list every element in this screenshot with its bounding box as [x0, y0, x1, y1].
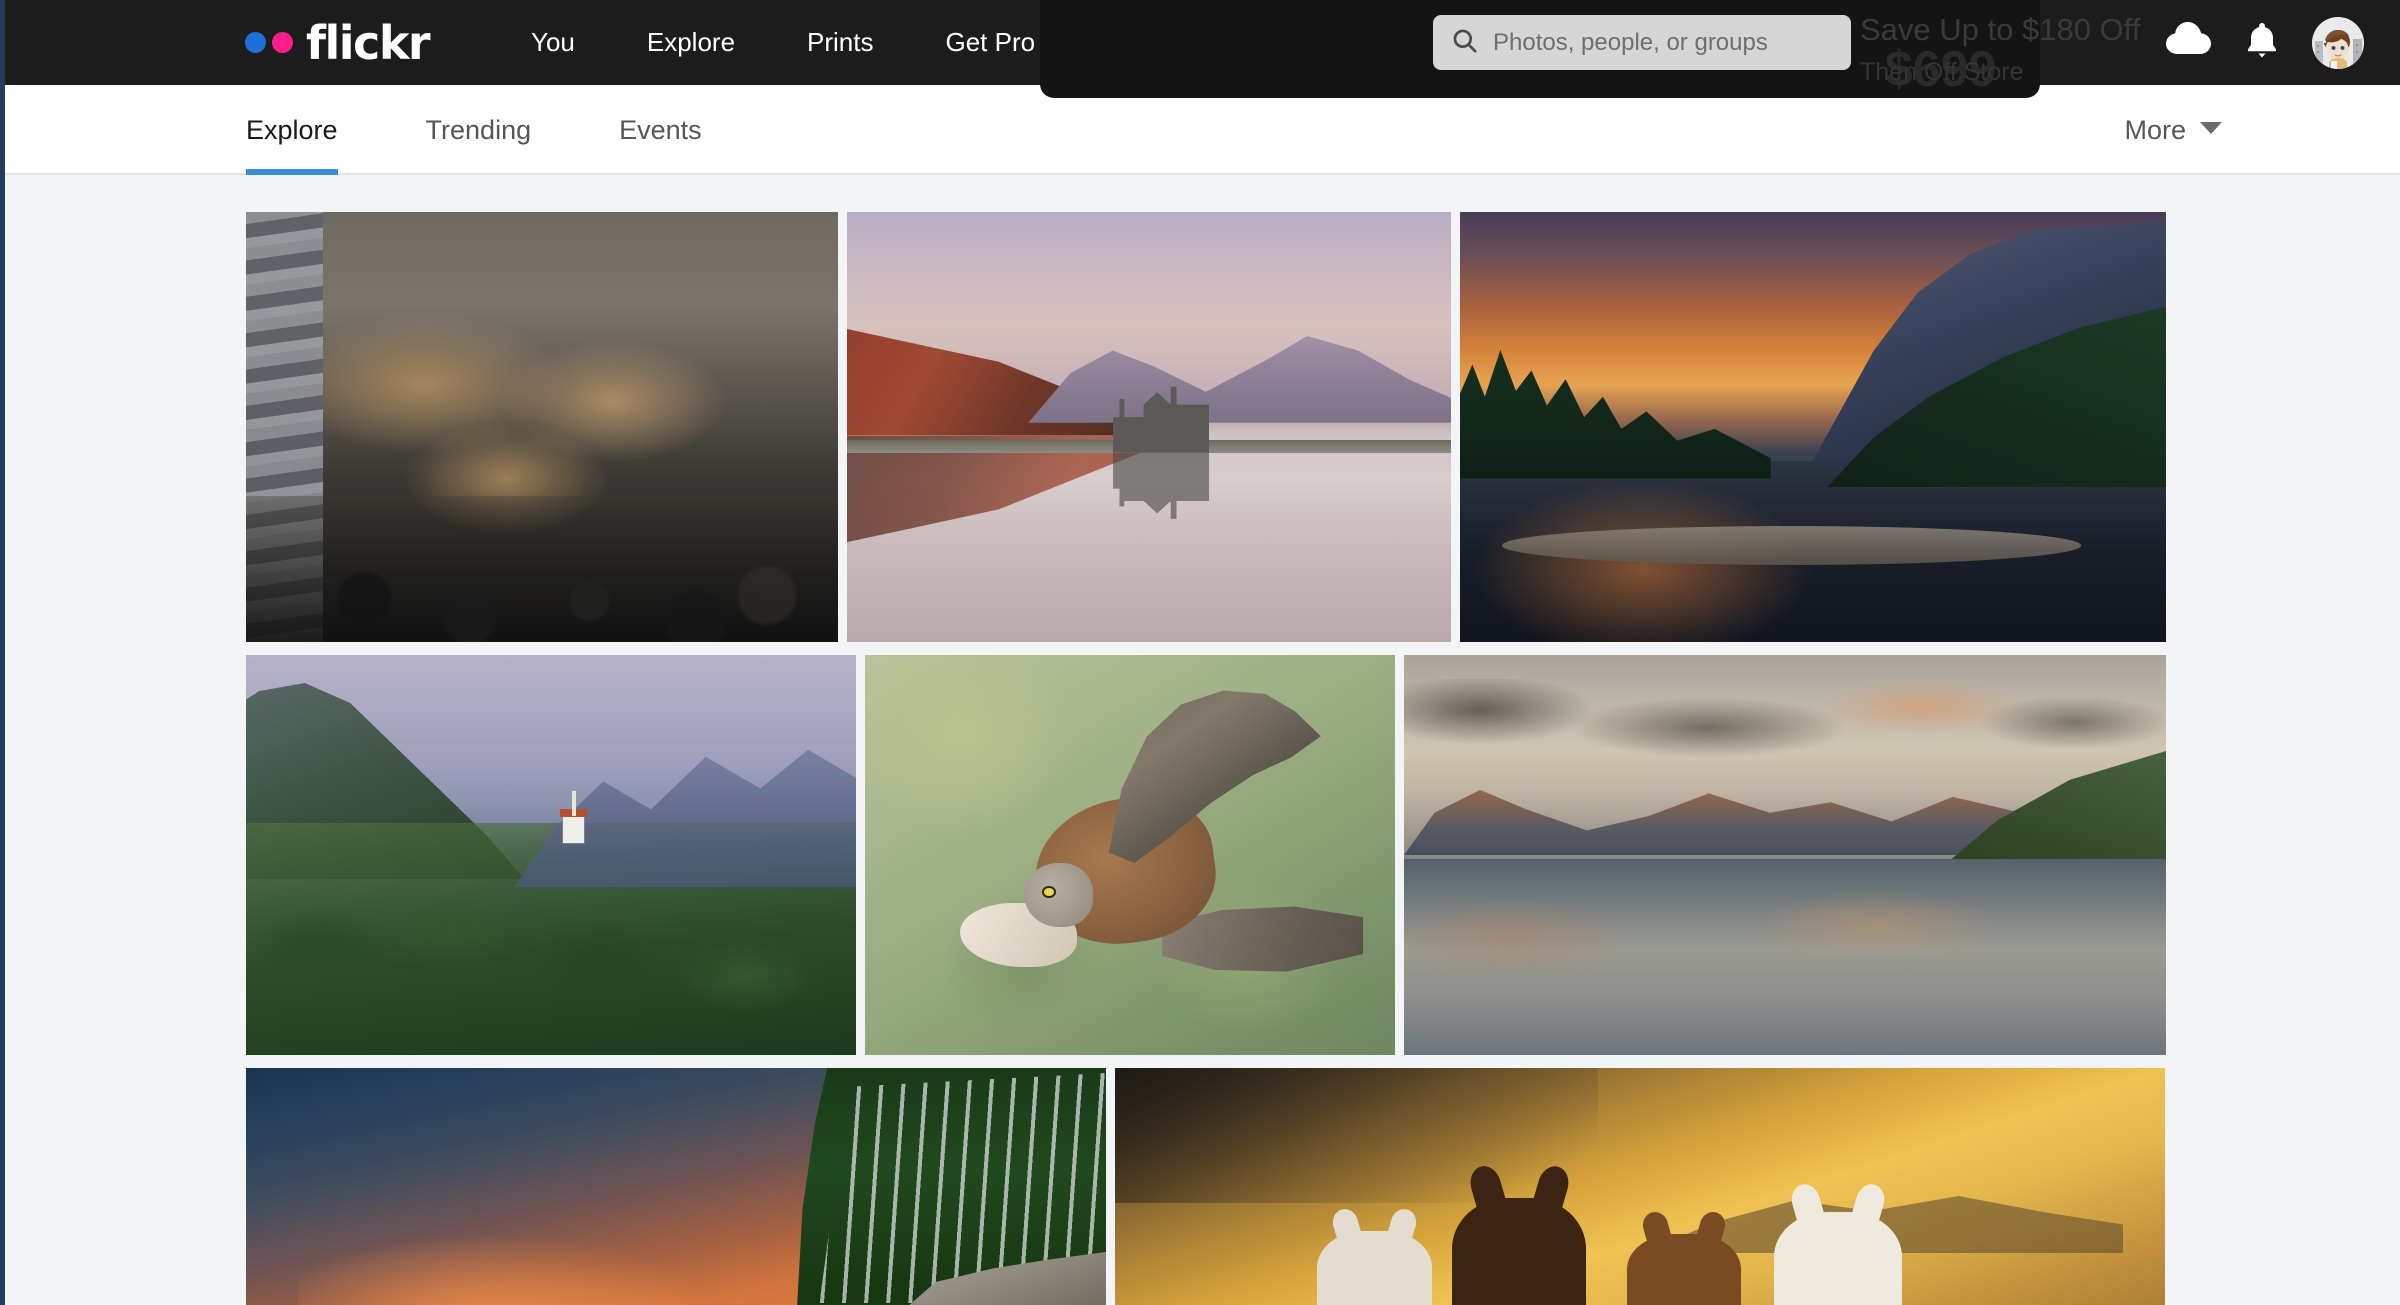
- photo-image: [246, 655, 856, 1055]
- promo-ghost-line1: Save Up to $180 Off: [1860, 12, 2141, 47]
- photo-tile-cliff-forest[interactable]: [246, 1068, 1106, 1305]
- photo-image: [1115, 1068, 2165, 1305]
- photo-tile-castle[interactable]: [847, 212, 1451, 642]
- photo-tile-hill-chapel[interactable]: [246, 655, 856, 1055]
- more-menu-label: More: [2124, 114, 2186, 145]
- photo-image: [847, 212, 1451, 642]
- logo-dot-pink-icon: [272, 32, 293, 53]
- photo-row: [246, 1068, 2165, 1305]
- photo-image: [246, 212, 838, 642]
- photo-tile-kestrel[interactable]: [865, 655, 1395, 1055]
- more-menu-button[interactable]: More: [2124, 85, 2222, 175]
- photo-tile-horses-sunset[interactable]: [1115, 1068, 2165, 1305]
- search-icon: [1451, 27, 1478, 59]
- nav-item-you[interactable]: You: [495, 0, 611, 85]
- nav-item-get-pro[interactable]: Get Pro: [910, 0, 1072, 85]
- promo-ghost-line2: Then Off Store: [1860, 58, 2024, 86]
- logo-dot-blue-icon: [245, 32, 266, 53]
- flickr-logo[interactable]: flickr: [245, 0, 431, 85]
- tab-events[interactable]: Events: [575, 85, 746, 175]
- nav-item-explore[interactable]: Explore: [611, 0, 771, 85]
- explore-photo-grid: [246, 212, 2166, 1305]
- logo-wordmark: flickr: [306, 15, 431, 70]
- primary-nav: You Explore Prints Get Pro: [495, 0, 1071, 85]
- site-header: $699 Save Up to $180 Off Then Off Store …: [5, 0, 2400, 98]
- photo-row: [246, 655, 2166, 1055]
- photo-tile-rabbits[interactable]: [246, 212, 838, 642]
- notification-bell-icon[interactable]: [2246, 21, 2278, 64]
- photo-tile-lake-alpenglow[interactable]: [1404, 655, 2166, 1055]
- tab-explore[interactable]: Explore: [246, 85, 382, 175]
- photo-image: [1460, 212, 2166, 642]
- photo-image: [1404, 655, 2166, 1055]
- photo-row: [246, 212, 2166, 642]
- nav-item-prints[interactable]: Prints: [771, 0, 909, 85]
- photo-image: [246, 1068, 1106, 1305]
- header-actions: [2166, 0, 2378, 85]
- photo-tile-banff-sunset[interactable]: [1460, 212, 2166, 642]
- search-bar[interactable]: [1433, 15, 1851, 70]
- avatar[interactable]: [2312, 16, 2364, 69]
- photo-image: [865, 655, 1395, 1055]
- secondary-nav: Explore Trending Events More: [5, 85, 2400, 175]
- tab-trending[interactable]: Trending: [382, 85, 576, 175]
- browser-window: $699 Save Up to $180 Off Then Off Store …: [0, 0, 2400, 1305]
- chevron-down-icon: [2200, 121, 2222, 140]
- search-input[interactable]: [1493, 28, 1823, 57]
- upload-cloud-icon[interactable]: [2166, 22, 2212, 63]
- secondary-nav-tabs: Explore Trending Events: [246, 85, 746, 175]
